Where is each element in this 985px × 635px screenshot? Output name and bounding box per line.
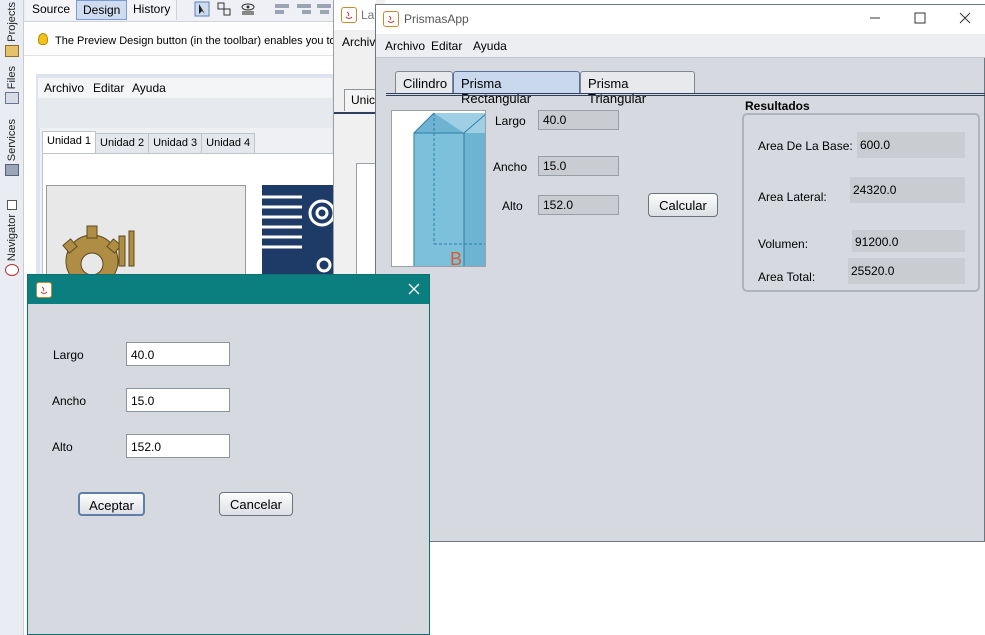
dialog-largo-label: Largo: [53, 348, 84, 362]
preview-design-icon[interactable]: [240, 1, 256, 17]
design-tab-unidad-2[interactable]: Unidad 2: [95, 133, 150, 153]
cancel-button[interactable]: Cancelar: [219, 492, 293, 516]
navigator-small-icon: [7, 200, 17, 210]
menu-editar[interactable]: Editar: [431, 39, 462, 53]
ancho-label: Ancho: [493, 160, 528, 174]
background-window-tab[interactable]: Unic: [344, 89, 376, 111]
tab-cilindro[interactable]: Cilindro: [395, 71, 453, 94]
side-tab-navigator[interactable]: Navigator: [2, 200, 22, 277]
close-icon: [959, 12, 971, 24]
hint-text: The Preview Design button (in the toolba…: [55, 35, 333, 47]
dialog-close-icon: [408, 283, 420, 295]
selection-mode-icon[interactable]: [194, 1, 210, 17]
app-title: PrismasApp: [404, 12, 469, 26]
lightbulb-icon: [38, 33, 48, 45]
area-total-label: Area Total:: [758, 270, 816, 284]
area-total-value: 25520.0: [848, 258, 965, 284]
align-left-icon[interactable]: [274, 1, 290, 17]
services-icon: [5, 164, 19, 177]
side-tab-projects-label: Projects: [6, 2, 18, 42]
results-title: Resultados: [745, 99, 810, 113]
volumen-label: Volumen:: [758, 237, 809, 251]
dialog-largo-input[interactable]: 40.0: [126, 342, 230, 366]
background-window-title: La: [361, 8, 375, 22]
logo-image: [262, 185, 334, 280]
dialog-titlebar: [28, 275, 429, 304]
menu-archivo[interactable]: Archivo: [385, 39, 425, 53]
design-tab-unidad-4[interactable]: Unidad 4: [201, 133, 256, 153]
design-tab-unidad-1[interactable]: Unidad 1: [42, 131, 97, 153]
dialog-java-icon: [36, 282, 52, 298]
alto-field[interactable]: 152.0: [538, 195, 619, 215]
largo-label: Largo: [495, 114, 526, 128]
largo-field[interactable]: 40.0: [538, 110, 619, 130]
design-tabs: Unidad 1 Unidad 2 Unidad 3 Unidad 4: [42, 131, 256, 153]
background-window-image: [356, 163, 376, 278]
side-tab-services[interactable]: Services: [2, 119, 22, 177]
calcular-button[interactable]: Calcular: [648, 193, 718, 217]
area-base-value: 600.0: [857, 132, 965, 158]
design-menubar: Archivo Editar Ayuda: [38, 78, 332, 98]
side-tab-navigator-label: Navigator: [6, 214, 18, 262]
dialog-alto-input[interactable]: 152.0: [126, 434, 230, 458]
folder-icon: [5, 44, 19, 57]
menu-ayuda[interactable]: Ayuda: [473, 39, 507, 53]
app-menubar: [376, 34, 985, 58]
design-menu-editar[interactable]: Editar: [93, 81, 124, 95]
tab-prisma-rectangular[interactable]: Prisma Rectangular: [453, 71, 580, 106]
connection-mode-icon[interactable]: [216, 1, 232, 17]
maximize-button[interactable]: [907, 8, 933, 28]
ide-tab-history[interactable]: History: [127, 0, 178, 20]
ide-tab-source[interactable]: Source: [26, 0, 78, 20]
files-icon: [5, 92, 19, 105]
dialog-ancho-label: Ancho: [52, 394, 87, 408]
prism-image: B: [391, 110, 486, 267]
volumen-value: 91200.0: [852, 230, 965, 252]
alto-label: Alto: [502, 199, 523, 213]
java-icon: [341, 7, 357, 23]
app-java-icon: [383, 11, 399, 27]
side-tab-files-label: Files: [6, 66, 18, 90]
design-menu-archivo[interactable]: Archivo: [44, 81, 84, 95]
align-center-icon[interactable]: [316, 1, 332, 17]
background-window-tab-line: [334, 112, 376, 114]
ancho-field[interactable]: 15.0: [538, 156, 619, 176]
accept-button[interactable]: Aceptar: [78, 492, 145, 516]
background-window-menu[interactable]: Archiv: [342, 35, 375, 49]
side-tab-services-label: Services: [6, 119, 18, 162]
design-tab-unidad-3[interactable]: Unidad 3: [148, 133, 203, 153]
dialog-alto-label: Alto: [52, 440, 73, 454]
maximize-icon: [914, 12, 926, 24]
minimize-icon: [870, 17, 880, 19]
tab-underline: [386, 93, 985, 96]
design-menu-ayuda[interactable]: Ayuda: [132, 81, 166, 95]
close-button[interactable]: [952, 8, 978, 28]
tab-prisma-triangular[interactable]: Prisma Triangular: [580, 71, 695, 106]
minimize-button[interactable]: [862, 8, 888, 28]
side-tab-projects[interactable]: Projects: [2, 2, 22, 57]
side-tab-files[interactable]: Files: [2, 66, 22, 105]
align-right-icon[interactable]: [296, 1, 312, 17]
area-lateral-label: Area Lateral:: [758, 190, 827, 204]
design-toolbar-area: [38, 98, 332, 128]
area-lateral-value: 24320.0: [850, 177, 965, 203]
navigator-icon: [5, 264, 19, 277]
dialog-ancho-input[interactable]: 15.0: [126, 388, 230, 412]
ide-tab-design[interactable]: Design: [76, 0, 128, 20]
area-base-label: Area De La Base:: [758, 139, 853, 153]
gear-image: [46, 185, 246, 288]
prism-letter: B: [450, 249, 463, 267]
dialog-close-button[interactable]: [401, 279, 427, 299]
